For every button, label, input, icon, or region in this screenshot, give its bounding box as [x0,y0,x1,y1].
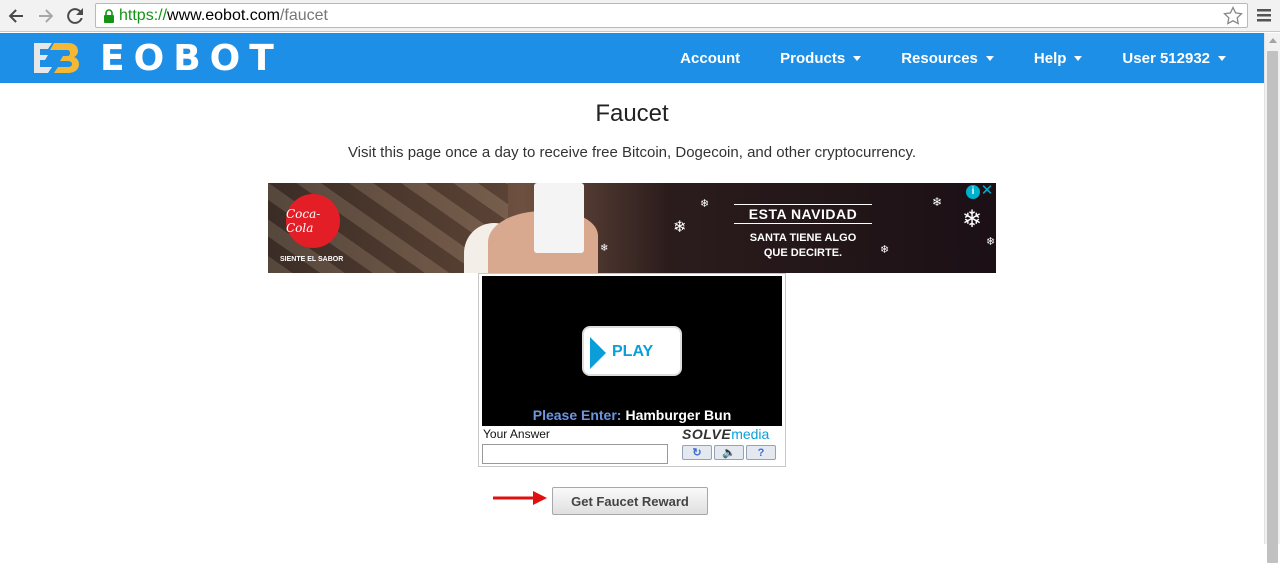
ad-banner[interactable]: Coca-Cola SIENTE EL SABOR ESTA NAVIDAD S… [268,183,996,273]
reload-icon[interactable] [63,4,87,28]
site-navbar: EOBOT Account Products Resources Help Us… [0,33,1264,83]
solve-media-logo-part2: media [731,426,770,442]
caret-down-icon [1218,55,1226,61]
captcha-video[interactable]: PLAY Please Enter: Hamburger Bun [482,276,782,426]
browser-toolbar: https://www.eobot.com/faucet [0,0,1280,32]
captcha-controls: ↻ 🔈 ? [682,445,776,460]
url-path: /faucet [279,7,328,24]
scroll-thumb[interactable] [1267,51,1278,563]
address-bar[interactable]: https://www.eobot.com/faucet [95,3,1248,28]
ad-subline-2: QUE DECIRTE. [763,247,843,259]
forward-icon[interactable] [34,4,58,28]
help-captcha-icon[interactable]: ? [746,445,776,460]
ad-close-icon[interactable]: ✕ [980,183,994,198]
caret-down-icon [1074,55,1083,61]
nav-account-label: Account [680,49,741,67]
answer-input[interactable] [482,444,668,464]
reload-captcha-icon[interactable]: ↻ [682,445,712,460]
page-description: Visit this page once a day to receive fr… [347,144,917,161]
nav-links: Account Products Resources Help User 512… [660,33,1264,83]
url-host: www.eobot.com [167,7,280,24]
ad-headline: ESTA NAVIDAD [734,204,872,224]
brand-name[interactable]: EOBOT [100,38,283,79]
nav-user[interactable]: User 512932 [1102,33,1246,83]
solve-media-logo-part1: SOLVE [682,426,732,442]
play-label: PLAY [612,343,654,360]
red-arrow-icon [493,491,547,505]
coca-cola-logo: Coca-Cola [286,194,340,248]
snowflake-icon: ❄ [600,243,609,254]
page-scrollbar[interactable] [1264,33,1280,563]
snowflake-icon: ❄ [673,219,687,236]
nav-products[interactable]: Products [760,33,881,83]
answer-label: Your Answer [483,427,550,441]
scroll-up-icon[interactable] [1269,38,1277,43]
ad-subline-1: SANTA TIENE ALGO [749,232,857,244]
snowflake-icon: ❄ [986,236,996,248]
nav-help[interactable]: Help [1014,33,1103,83]
captcha-prompt-value: Hamburger Bun [625,407,732,423]
ad-phone [534,183,584,253]
snowflake-icon: ❄ [700,198,710,210]
menu-icon[interactable] [1255,6,1273,24]
audio-captcha-icon[interactable]: 🔈 [714,445,744,460]
ad-subline: SANTA TIENE ALGO QUE DECIRTE. [728,231,878,261]
captcha-widget: PLAY Please Enter: Hamburger Bun Your Ans… [478,273,786,467]
nav-products-label: Products [780,49,846,67]
ad-tagline: SIENTE EL SABOR [280,256,344,263]
snowflake-icon: ❄ [880,244,890,256]
captcha-prompt-label: Please Enter: [532,407,622,423]
caret-down-icon [853,55,862,61]
eobot-logo-icon[interactable] [32,41,80,75]
nav-account[interactable]: Account [660,33,760,83]
caret-down-icon [985,55,994,61]
nav-help-label: Help [1033,49,1067,67]
play-button[interactable]: PLAY [582,326,682,376]
get-faucet-reward-button[interactable]: Get Faucet Reward [552,487,708,515]
nav-user-label: User 512932 [1122,49,1210,67]
ad-info-icon[interactable]: i [966,185,980,199]
solve-media-logo[interactable]: SOLVEmedia [682,426,769,442]
star-icon[interactable] [1223,6,1243,26]
nav-resources[interactable]: Resources [881,33,1014,83]
nav-resources-label: Resources [901,49,978,67]
snowflake-icon: ❄ [932,195,943,209]
page-title: Faucet [595,100,669,127]
captcha-prompt: Please Enter: Hamburger Bun [482,407,782,423]
url-scheme: https:// [119,7,168,24]
back-icon[interactable] [4,4,28,28]
snowflake-icon: ❄ [962,206,983,233]
lock-icon [104,9,114,23]
play-icon [590,337,606,369]
url-text: https://www.eobot.com/faucet [119,7,328,25]
